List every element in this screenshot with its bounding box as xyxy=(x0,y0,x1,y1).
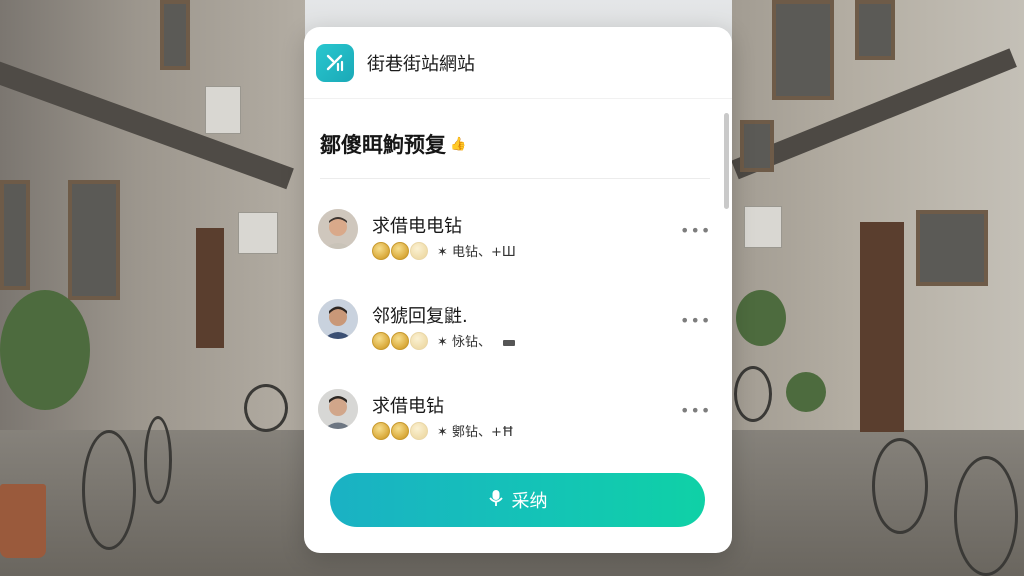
signal-chart-icon xyxy=(316,43,354,82)
coin-icon xyxy=(372,241,390,260)
coin-icon xyxy=(391,421,409,440)
reply-author: 求借电电钻 xyxy=(372,216,462,237)
coin-icon xyxy=(410,241,428,260)
more-options-icon[interactable]: ••• xyxy=(680,221,711,240)
section-title: 鄒傻眲鮈预复 👍 xyxy=(320,129,466,159)
reply-item[interactable]: 求借电钻 ✶ 鄋钻、+Ħ ••• xyxy=(318,389,714,449)
card-header: 街巷街站網站 xyxy=(304,27,732,99)
coin-icon xyxy=(391,331,409,350)
reply-meta: ✶ 怺钻、 xyxy=(372,331,516,350)
coin-icon xyxy=(372,331,390,350)
section-title-text: 鄒傻眲鮈预复 xyxy=(320,133,446,157)
reply-item[interactable]: 邻猇回复鼪. ✶ 怺钻、 ••• xyxy=(318,299,714,359)
mic-icon xyxy=(488,489,504,512)
reply-meta: ✶ 鄋钻、+Ħ xyxy=(372,421,514,440)
reply-item[interactable]: 求借电电钻 ✶ 电钻、+Ш ••• xyxy=(318,209,714,269)
reply-author: 求借电钻 xyxy=(372,396,444,417)
reply-meta-text: ✶ 怺钻、 xyxy=(437,331,516,350)
coin-icon xyxy=(410,421,428,440)
coin-icon xyxy=(391,241,409,260)
coin-icon xyxy=(372,421,390,440)
tool-icon xyxy=(503,339,516,346)
app-title: 街巷街站網站 xyxy=(367,53,475,75)
reply-author: 邻猇回复鼪. xyxy=(372,306,468,327)
thumbs-up-icon: 👍 xyxy=(450,136,467,152)
divider xyxy=(320,178,710,179)
avatar xyxy=(318,299,358,339)
adopt-button[interactable]: 采纳 xyxy=(330,473,705,527)
coin-icon xyxy=(410,331,428,350)
reply-meta-text: ✶ 电钻、+Ш xyxy=(437,245,516,260)
reply-meta-text: ✶ 鄋钻、+Ħ xyxy=(437,425,514,440)
avatar xyxy=(318,389,358,429)
more-options-icon[interactable]: ••• xyxy=(680,401,711,420)
adopt-button-label: 采纳 xyxy=(511,491,548,512)
scrollbar[interactable] xyxy=(724,113,729,209)
more-options-icon[interactable]: ••• xyxy=(680,311,711,330)
avatar xyxy=(318,209,358,249)
reply-meta: ✶ 电钻、+Ш xyxy=(372,241,516,260)
reply-card: 街巷街站網站 鄒傻眲鮈预复 👍 求借电电钻 ✶ 电钻、+Ш ••• 邻猇回复鼪.… xyxy=(304,27,732,553)
